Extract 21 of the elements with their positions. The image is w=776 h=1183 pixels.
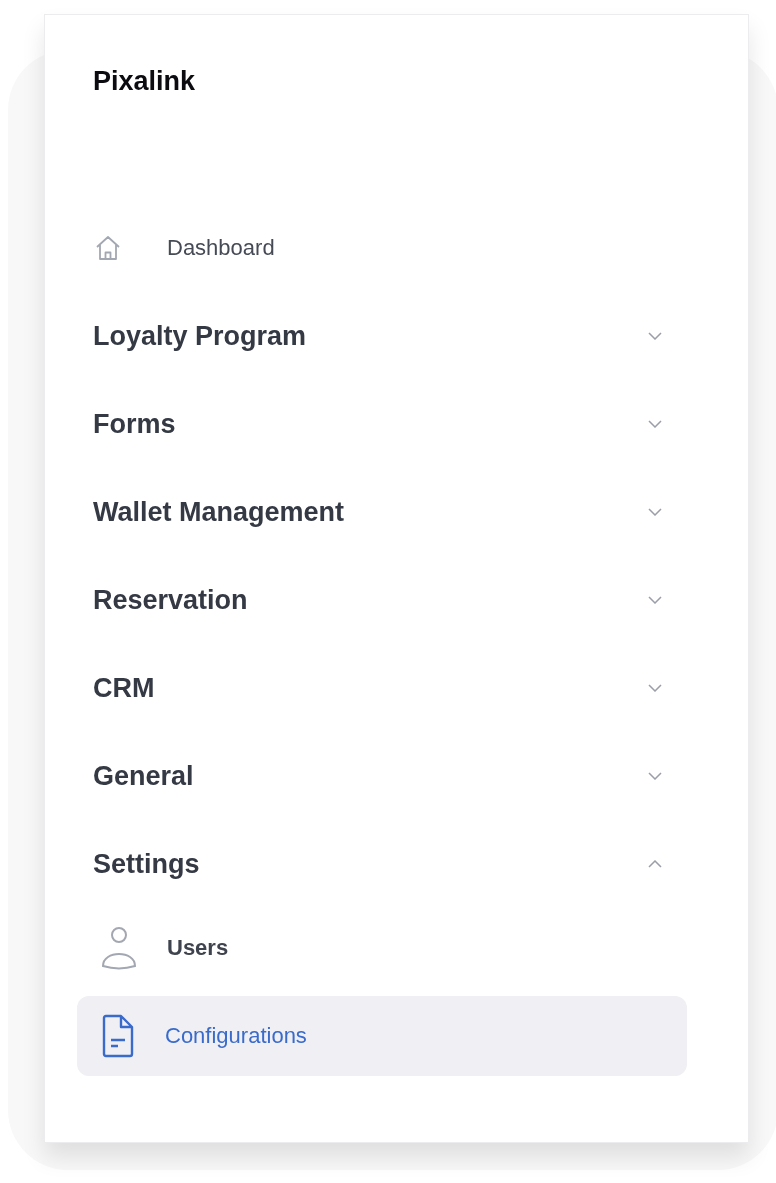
nav-section[interactable]: General xyxy=(45,732,748,820)
nav-section[interactable]: Wallet Management xyxy=(45,468,748,556)
nav-link[interactable]: Dashboard xyxy=(45,204,688,292)
chevron-down-icon xyxy=(648,684,662,692)
nav-section[interactable]: Forms xyxy=(45,380,748,468)
chevron-down-icon xyxy=(648,772,662,780)
nav-subitem[interactable]: Users xyxy=(77,908,687,988)
nav-section[interactable]: CRM xyxy=(45,644,748,732)
nav-section[interactable]: Settings xyxy=(45,820,748,908)
nav-subitem[interactable]: Configurations xyxy=(77,996,687,1076)
chevron-up-icon xyxy=(648,860,662,868)
brand-title: Pixalink xyxy=(92,65,196,97)
nav-section[interactable]: Loyalty Program xyxy=(45,292,748,380)
home-icon xyxy=(95,235,121,261)
user-icon xyxy=(101,926,137,970)
document-icon xyxy=(101,1014,135,1058)
nav-section[interactable]: Reservation xyxy=(45,556,748,644)
chevron-down-icon xyxy=(648,420,662,428)
chevron-down-icon xyxy=(648,508,662,516)
chevron-down-icon xyxy=(648,332,662,340)
chevron-down-icon xyxy=(648,596,662,604)
